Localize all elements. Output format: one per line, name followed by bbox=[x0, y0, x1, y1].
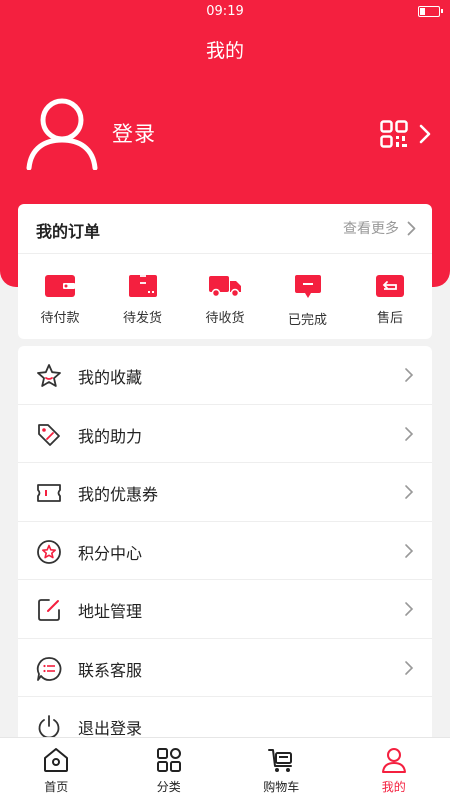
chevron-right-icon[interactable] bbox=[418, 123, 432, 145]
tab-cart[interactable]: 购物车 bbox=[225, 738, 338, 800]
coupon-icon bbox=[37, 484, 61, 502]
chevron-right-icon bbox=[407, 221, 416, 235]
chevron-right-icon bbox=[405, 368, 414, 382]
order-status-completed[interactable]: 已完成 bbox=[278, 274, 338, 328]
view-more-orders-link[interactable]: 查看更多 bbox=[343, 218, 416, 238]
orders-title: 我的订单 bbox=[36, 222, 101, 241]
message-check-icon bbox=[294, 275, 321, 298]
order-status-after-sales[interactable]: 售后 bbox=[360, 274, 420, 328]
order-status-label: 待付款 bbox=[40, 311, 80, 326]
menu-item-customer-service[interactable]: 联系客服 bbox=[18, 639, 432, 697]
login-link[interactable]: 登录 bbox=[112, 118, 156, 148]
menu-item-label: 我的收藏 bbox=[78, 368, 143, 387]
orders-card: 我的订单 查看更多 待付款 待发货 待收货 已完成 售后 bbox=[18, 204, 432, 339]
menu-card: 我的收藏 我的助力 我的优惠券 积分中心 地址管理 联系客服 退出登录 bbox=[18, 346, 432, 746]
order-status-label: 待发货 bbox=[122, 311, 162, 326]
order-status-pending-receipt[interactable]: 待收货 bbox=[195, 274, 255, 328]
tab-label: 分类 bbox=[156, 780, 181, 794]
menu-item-label: 我的助力 bbox=[78, 426, 143, 446]
menu-item-favorites[interactable]: 我的收藏 bbox=[18, 346, 432, 405]
menu-item-label: 积分中心 bbox=[78, 543, 143, 563]
tab-category[interactable]: 分类 bbox=[113, 738, 226, 800]
cart-icon bbox=[268, 749, 293, 772]
view-more-label: 查看更多 bbox=[343, 221, 399, 237]
menu-item-label: 退出登录 bbox=[78, 719, 143, 738]
status-time: 09:19 bbox=[206, 4, 244, 19]
box-icon bbox=[128, 275, 157, 297]
tag-icon bbox=[38, 423, 60, 446]
page-title: 我的 bbox=[205, 40, 244, 62]
qr-code-icon[interactable] bbox=[380, 120, 408, 148]
avatar-icon[interactable] bbox=[26, 96, 98, 170]
menu-item-label: 地址管理 bbox=[78, 602, 143, 621]
tab-label: 购物车 bbox=[263, 780, 300, 794]
home-icon bbox=[44, 748, 69, 772]
chevron-right-icon bbox=[405, 660, 414, 675]
menu-item-address[interactable]: 地址管理 bbox=[18, 580, 432, 639]
chat-icon bbox=[36, 656, 62, 681]
bottom-tab-bar: 首页 分类 购物车 我的 bbox=[0, 737, 450, 800]
chevron-right-icon bbox=[405, 426, 414, 441]
menu-item-label: 联系客服 bbox=[78, 660, 143, 680]
order-status-pending-payment[interactable]: 待付款 bbox=[30, 274, 90, 328]
points-star-icon bbox=[37, 539, 61, 564]
battery-icon bbox=[418, 6, 443, 17]
edit-address-icon bbox=[38, 599, 60, 621]
menu-item-points-center[interactable]: 积分中心 bbox=[18, 522, 432, 580]
menu-item-label: 我的优惠券 bbox=[78, 485, 159, 504]
chevron-right-icon bbox=[405, 602, 414, 616]
order-status-label: 售后 bbox=[376, 311, 403, 326]
order-status-label: 已完成 bbox=[287, 313, 327, 328]
tab-label: 我的 bbox=[381, 780, 406, 794]
grid-icon bbox=[156, 748, 181, 772]
menu-item-coupons[interactable]: 我的优惠券 bbox=[18, 463, 432, 522]
status-bar: 09:19 bbox=[0, 0, 450, 24]
wallet-icon bbox=[45, 275, 75, 297]
user-icon bbox=[381, 748, 406, 773]
menu-item-assist[interactable]: 我的助力 bbox=[18, 405, 432, 463]
orders-header: 我的订单 查看更多 bbox=[18, 204, 432, 254]
order-status-pending-shipment[interactable]: 待发货 bbox=[113, 274, 173, 328]
star-icon bbox=[37, 364, 61, 387]
tab-home[interactable]: 首页 bbox=[0, 738, 113, 800]
chevron-right-icon bbox=[405, 543, 414, 558]
return-icon bbox=[376, 275, 404, 297]
truck-icon bbox=[209, 276, 241, 298]
order-status-label: 待收货 bbox=[205, 311, 245, 326]
chevron-right-icon bbox=[405, 485, 414, 499]
tab-label: 首页 bbox=[44, 780, 69, 794]
tab-mine[interactable]: 我的 bbox=[338, 738, 450, 800]
